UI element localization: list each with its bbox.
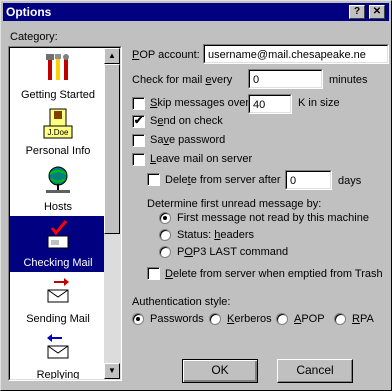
first-unread-radio[interactable] — [159, 212, 171, 224]
check-mailbox-icon — [47, 220, 69, 249]
auth-passwords-label: Passwords — [150, 313, 204, 325]
pop3-last-radio[interactable] — [159, 246, 171, 258]
pop-account-field[interactable]: username@mail.chesapeake.ne — [203, 44, 389, 64]
pop-account-label-rest: OP account: — [139, 49, 200, 61]
category-item-label: Personal Info — [25, 145, 91, 157]
delete-after-label: Delete from server after — [165, 174, 281, 186]
auth-kerberos-radio[interactable] — [209, 313, 221, 325]
category-label: Category: — [10, 31, 58, 43]
help-button[interactable]: ? — [349, 5, 365, 19]
status-headers-label: Status: headers — [177, 229, 255, 241]
determine-label: Determine first unread message by: — [147, 198, 322, 210]
pop3-last-label: POP3 LAST command — [177, 246, 289, 258]
save-password-checkbox[interactable] — [132, 134, 145, 147]
delete-after-field[interactable]: 0 — [285, 170, 332, 190]
check-every-unit: minutes — [329, 74, 368, 86]
send-mail-icon — [47, 278, 69, 303]
auth-apop-radio[interactable] — [276, 313, 288, 325]
network-icon — [46, 166, 70, 193]
auth-rpa-label: RPA — [352, 313, 374, 325]
category-item-replying[interactable]: Replying — [10, 328, 106, 380]
svg-text:J.Doe: J.Doe — [48, 128, 69, 137]
close-button[interactable]: ✕ — [369, 5, 385, 19]
category-item-personal-info[interactable]: J.Doe Personal Info — [10, 104, 106, 160]
category-list[interactable]: Getting Started J.Doe Personal Info Host… — [8, 46, 122, 381]
delete-after-unit: days — [338, 175, 362, 187]
auth-rpa-radio[interactable] — [334, 313, 346, 325]
auth-passwords-radio[interactable] — [132, 313, 144, 325]
category-scrollbar[interactable]: ▲ ▼ — [104, 48, 120, 379]
leave-mail-checkbox[interactable] — [132, 153, 145, 166]
skip-messages-label: Skip messages over — [150, 97, 250, 109]
category-item-label: Sending Mail — [26, 313, 90, 325]
scroll-thumb[interactable] — [104, 64, 120, 234]
title-bar: Options ? ✕ — [3, 3, 389, 21]
auth-apop-label: APOP — [294, 313, 325, 325]
status-headers-radio[interactable] — [159, 229, 171, 241]
check-every-value: 0 — [249, 70, 322, 88]
delete-trash-checkbox[interactable] — [147, 267, 160, 280]
category-item-checking-mail[interactable]: Checking Mail — [10, 216, 106, 272]
skip-size-value: 40 — [249, 95, 291, 113]
delete-after-checkbox[interactable] — [147, 173, 160, 186]
delete-after-value: 0 — [286, 171, 331, 189]
checkmark-icon: ✔ — [133, 115, 144, 127]
check-every-field[interactable]: 0 — [248, 69, 323, 89]
skip-size-field[interactable]: 40 — [248, 94, 292, 114]
category-item-hosts[interactable]: Hosts — [10, 160, 106, 216]
pop-account-label: POP account: — [132, 49, 200, 61]
auth-kerberos-label: Kerberos — [227, 313, 272, 325]
category-item-label: Replying — [36, 369, 80, 380]
category-label-text: Category: — [10, 31, 58, 43]
skip-messages-checkbox[interactable] — [132, 97, 145, 110]
check-every-label: Check for mail every — [132, 74, 233, 86]
options-dialog: Options ? ✕ Category: Getting Started J.… — [0, 0, 392, 391]
reply-icon — [47, 334, 69, 359]
auth-style-label: Authentication style: — [132, 296, 231, 308]
scroll-down-arrow-icon[interactable]: ▼ — [104, 363, 120, 379]
id-card-icon: J.Doe — [43, 108, 73, 139]
send-on-check-label: Send on check — [150, 115, 223, 127]
category-item-sending-mail[interactable]: Sending Mail — [10, 272, 106, 328]
category-item-getting-started[interactable]: Getting Started — [10, 48, 106, 104]
send-on-check-checkbox[interactable]: ✔ — [132, 115, 145, 128]
leave-mail-label: Leave mail on server — [150, 153, 253, 165]
tools-icon — [46, 54, 69, 80]
category-item-label: Hosts — [43, 201, 73, 213]
pop-account-value: username@mail.chesapeake.ne — [204, 45, 388, 63]
window-title: Options — [6, 5, 52, 19]
ok-button[interactable]: OK — [182, 359, 258, 383]
save-password-label: Save password — [150, 134, 226, 146]
cancel-button[interactable]: Cancel — [277, 359, 353, 383]
skip-size-unit: K in size — [298, 97, 340, 109]
delete-trash-label: Delete from server when emptied from Tra… — [165, 268, 383, 280]
category-item-label: Checking Mail — [23, 257, 93, 269]
first-unread-label: First message not read by this machine — [177, 212, 369, 224]
category-item-label: Getting Started — [21, 89, 95, 101]
scroll-up-arrow-icon[interactable]: ▲ — [104, 48, 120, 64]
